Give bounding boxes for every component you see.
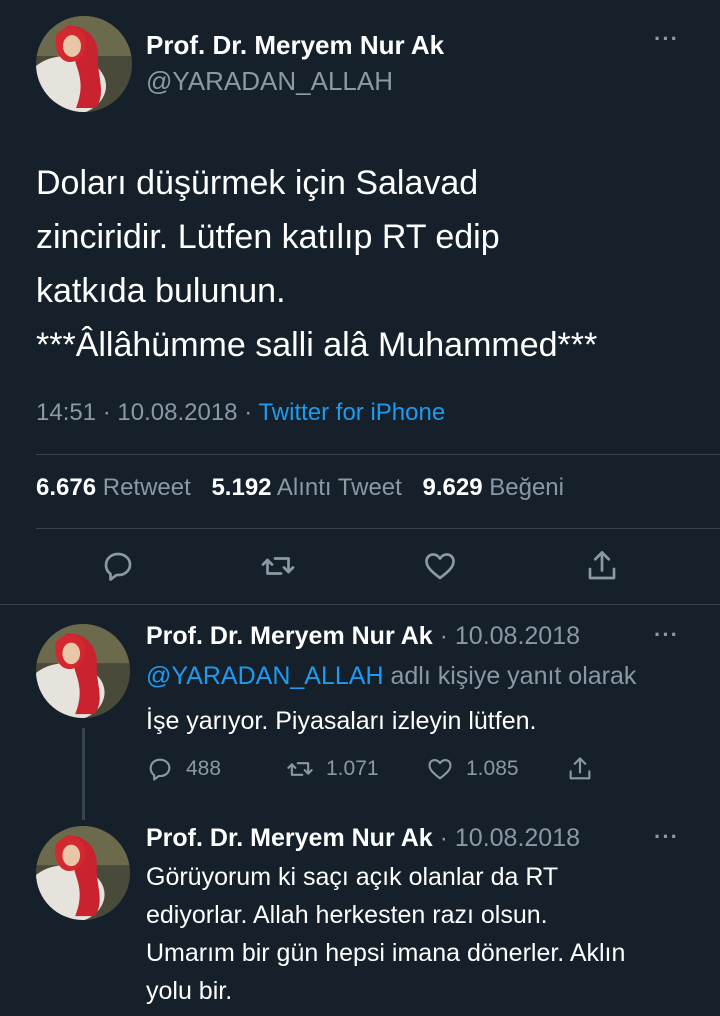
author-handle[interactable]: @YARADAN_ALLAH bbox=[146, 66, 393, 97]
reply-author-name[interactable]: Prof. Dr. Meryem Nur Ak bbox=[146, 824, 433, 852]
retweet-action[interactable]: 1.071 bbox=[286, 754, 379, 784]
retweet-icon bbox=[287, 762, 313, 776]
tweet-text-line: katkıda bulunun. bbox=[36, 272, 286, 310]
divider bbox=[36, 454, 720, 455]
reply-date[interactable]: · 10.08.2018 bbox=[440, 622, 580, 650]
reply-avatar[interactable] bbox=[36, 624, 130, 718]
more-icon[interactable]: ··· bbox=[654, 624, 679, 646]
like-icon bbox=[428, 758, 452, 780]
tweet-text-line: Doları düşürmek için Salavad bbox=[36, 164, 479, 202]
reply-icon bbox=[149, 758, 171, 781]
divider bbox=[36, 528, 720, 529]
reply-text-line: İşe yarıyor. Piyasaları izleyin lütfen. bbox=[146, 707, 537, 735]
tweet-text: Doları düşürmek için Salavad zinciridir.… bbox=[36, 156, 686, 372]
replying-to: @YARADAN_ALLAH adlı kişiye yanıt olarak bbox=[146, 662, 636, 691]
author-name[interactable]: Prof. Dr. Meryem Nur Ak bbox=[146, 30, 444, 61]
retweet-stat[interactable]: 6.676 Retweet bbox=[36, 474, 191, 501]
like-count: 1.085 bbox=[466, 757, 519, 780]
share-action[interactable] bbox=[566, 754, 606, 784]
quote-stat[interactable]: 5.192 Alıntı Tweet bbox=[211, 474, 401, 501]
retweet-icon[interactable] bbox=[260, 548, 296, 584]
retweet-count: 6.676 bbox=[36, 474, 97, 501]
reply-author-name[interactable]: Prof. Dr. Meryem Nur Ak bbox=[146, 622, 433, 650]
reply-icon[interactable] bbox=[100, 548, 136, 584]
divider bbox=[0, 604, 720, 605]
quote-count: 5.192 bbox=[211, 474, 272, 501]
share-icon bbox=[569, 757, 591, 780]
reply-header: Prof. Dr. Meryem Nur Ak · 10.08.2018 bbox=[146, 622, 580, 651]
like-icon[interactable] bbox=[422, 548, 458, 584]
tweet-source-link[interactable]: Twitter for iPhone bbox=[258, 399, 445, 426]
tweet-text-line: zinciridir. Lütfen katılıp RT edip bbox=[36, 218, 500, 256]
thread-connector bbox=[82, 728, 85, 820]
reply-header: Prof. Dr. Meryem Nur Ak · 10.08.2018 bbox=[146, 824, 580, 853]
tweet-meta: 14:51 · 10.08.2018 · Twitter for iPhone bbox=[36, 399, 445, 427]
share-icon[interactable] bbox=[584, 548, 620, 584]
more-icon[interactable]: ··· bbox=[654, 826, 679, 848]
reply-avatar[interactable] bbox=[36, 826, 130, 920]
tweet-time: 14:51 bbox=[36, 399, 97, 426]
reply-text-line: ediyorlar. Allah herkesten razı olsun. bbox=[146, 901, 548, 929]
author-avatar[interactable] bbox=[36, 16, 132, 112]
meta-separator: · bbox=[244, 399, 253, 426]
reply-text-line: Görüyorum ki saçı açık olanlar da RT bbox=[146, 863, 559, 891]
like-stat[interactable]: 9.629 Beğeni bbox=[423, 474, 564, 501]
quote-label: Alıntı Tweet bbox=[276, 474, 402, 501]
reply-count: 488 bbox=[186, 757, 222, 780]
like-label: Beğeni bbox=[489, 474, 564, 501]
like-count: 9.629 bbox=[422, 474, 483, 501]
reply-text: İşe yarıyor. Piyasaları izleyin lütfen. bbox=[146, 702, 536, 740]
retweet-label: Retweet bbox=[102, 474, 191, 501]
reply-text-line: Umarım bir gün hepsi imana dönerler. Akl… bbox=[146, 939, 626, 967]
replying-to-label: adlı kişiye yanıt olarak bbox=[390, 662, 637, 690]
reply-date[interactable]: · 10.08.2018 bbox=[440, 824, 580, 852]
reply-action[interactable]: 488 bbox=[146, 754, 221, 784]
more-icon[interactable]: ··· bbox=[654, 28, 679, 50]
tweet-date[interactable]: 10.08.2018 bbox=[117, 399, 237, 426]
replying-to-handle[interactable]: @YARADAN_ALLAH bbox=[146, 662, 384, 690]
meta-separator: · bbox=[102, 399, 111, 426]
tweet-text-line: ***Âllâhümme salli alâ Muhammed*** bbox=[36, 326, 598, 364]
retweet-count: 1.071 bbox=[326, 757, 379, 780]
reply-text: Görüyorum ki saçı açık olanlar da RT edi… bbox=[146, 858, 625, 1010]
tweet-stats: 6.676 Retweet 5.192 Alıntı Tweet 9.629 B… bbox=[36, 474, 564, 502]
like-action[interactable]: 1.085 bbox=[426, 754, 519, 784]
reply-text-line: yolu bir. bbox=[146, 977, 233, 1005]
